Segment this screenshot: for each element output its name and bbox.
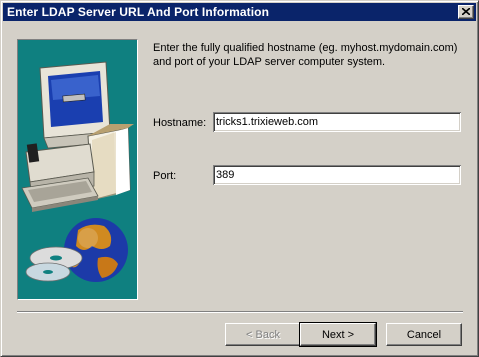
hostname-input[interactable] [213, 112, 461, 132]
hostname-label: Hostname: [153, 117, 207, 129]
instructions-text: Enter the fully qualified hostname (eg. … [153, 42, 458, 68]
next-button-label: Next > [321, 328, 355, 341]
computer-setup-illustration [21, 61, 134, 282]
next-button[interactable]: Next > [299, 322, 377, 347]
computer-base-icon [21, 143, 99, 212]
close-button[interactable] [458, 5, 474, 19]
port-label: Port: [153, 170, 177, 182]
ldap-setup-dialog: Enter LDAP Server URL And Port Informati… [0, 0, 479, 357]
cancel-button[interactable]: Cancel [386, 323, 462, 346]
title-bar[interactable]: Enter LDAP Server URL And Port Informati… [3, 3, 476, 21]
back-button[interactable]: < Back [225, 323, 301, 346]
setup-illustration [17, 39, 138, 300]
window-title: Enter LDAP Server URL And Port Informati… [7, 5, 270, 19]
disc-icon [25, 246, 83, 282]
close-icon [462, 8, 470, 15]
button-separator [17, 311, 463, 313]
box-icon [87, 124, 134, 201]
port-input[interactable] [213, 165, 461, 185]
